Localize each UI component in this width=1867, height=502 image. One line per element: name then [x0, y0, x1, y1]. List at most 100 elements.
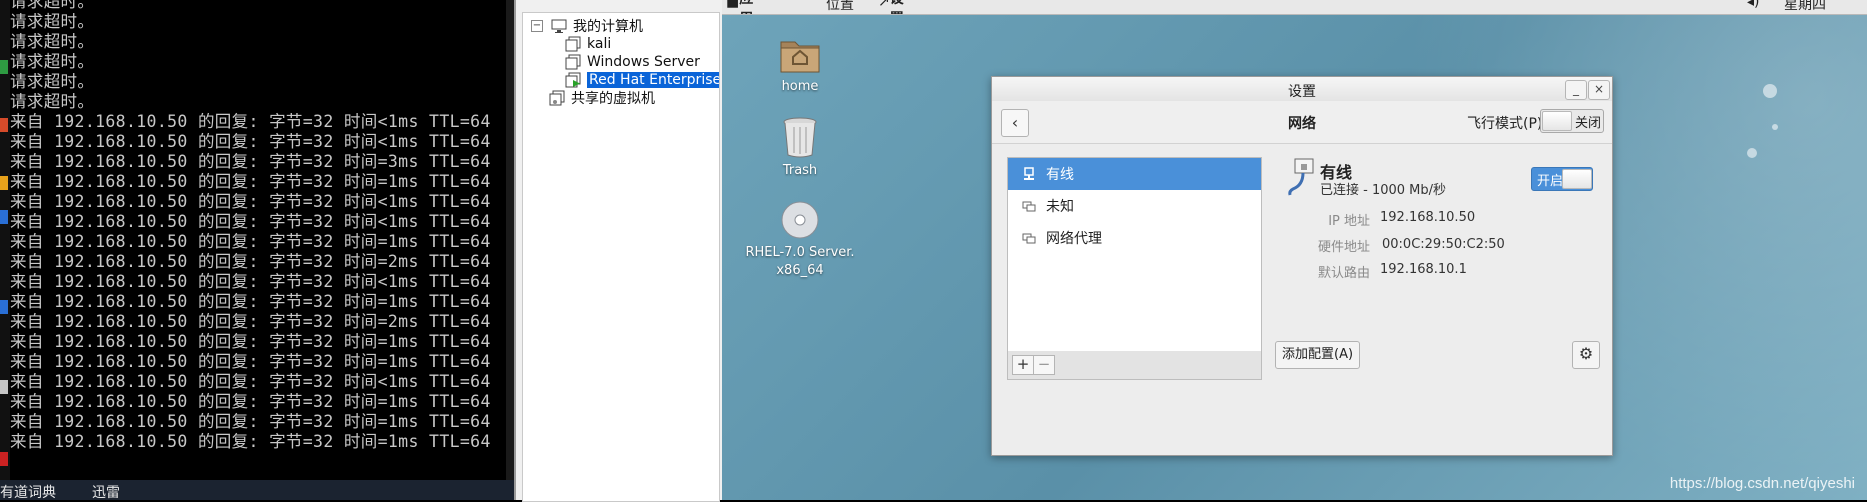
dvd-icon	[722, 200, 880, 244]
background-sparkle	[1763, 84, 1777, 98]
ip-address-label: IP 地址	[1328, 214, 1370, 229]
switch-state: 开启	[1537, 174, 1564, 189]
console-line: 来自 192.168.10.50 的回复: 字节=32 时间=1ms TTL=6…	[10, 292, 491, 311]
hardware-address-value: 00:0C:29:50:C2:50	[1382, 237, 1505, 252]
list-item-unknown[interactable]: 未知	[1008, 190, 1261, 222]
menu-places[interactable]: 位置	[826, 0, 854, 14]
console-line: 来自 192.168.10.50 的回复: 字节=32 时间=2ms TTL=6…	[10, 312, 491, 331]
guest-desktop[interactable]: ■ 应用程序 位置 ↗ 设置 ◂) 星期四 home Trash RHEL-7.…	[722, 0, 1867, 500]
desktop-icon-home[interactable]: home	[740, 34, 860, 96]
console-line: 来自 192.168.10.50 的回复: 字节=32 时间<1ms TTL=6…	[10, 112, 491, 131]
tree-item-shared-vms[interactable]: 共享的虚拟机	[549, 88, 655, 108]
add-profile-button[interactable]: 添加配置(A)	[1275, 341, 1361, 369]
console-line: 请求超时。	[10, 12, 95, 31]
menu-label: 设置	[890, 0, 904, 14]
app-icon	[0, 300, 8, 314]
console-line: 来自 192.168.10.50 的回复: 字节=32 时间=3ms TTL=6…	[10, 152, 491, 171]
console-line: 来自 192.168.10.50 的回复: 字节=32 时间<1ms TTL=6…	[10, 372, 491, 391]
tree-item-label: 我的计算机	[573, 19, 643, 35]
console-line: 来自 192.168.10.50 的回复: 字节=32 时间=1ms TTL=6…	[10, 232, 491, 251]
clock[interactable]: 星期四	[1784, 0, 1826, 14]
console-output: 请求超时。 请求超时。 请求超时。 请求超时。 请求超时。 请求超时。 来自 1…	[10, 0, 491, 452]
tree-item-vm-red-hat[interactable]: Red Hat Enterprise	[565, 70, 719, 90]
console-window[interactable]: 请求超时。 请求超时。 请求超时。 请求超时。 请求超时。 请求超时。 来自 1…	[0, 0, 514, 500]
taskbar: 有道词典 迅雷	[0, 480, 514, 500]
console-line: 来自 192.168.10.50 的回复: 字节=32 时间=1ms TTL=6…	[10, 332, 491, 351]
tree-item-label: Windows Server	[587, 54, 700, 70]
settings-window: 设置 _ × ‹ 网络 飞行模式(P) 关闭 有线 未知 网络代理 + − 有线…	[991, 76, 1613, 456]
console-line: 来自 192.168.10.50 的回复: 字节=32 时间<1ms TTL=6…	[10, 192, 491, 211]
console-line: 请求超时。	[10, 92, 95, 111]
home-folder-icon	[740, 34, 860, 78]
desktop-icon-label: RHEL-7.0 Server.	[745, 245, 855, 260]
background-sparkle	[1747, 148, 1757, 158]
list-item-label: 网络代理	[1046, 231, 1102, 247]
tree-item-vm-kali[interactable]: kali	[565, 34, 611, 54]
ethernet-cable-icon	[1287, 157, 1317, 201]
menu-settings[interactable]: ↗ 设置	[878, 0, 904, 14]
console-line: 来自 192.168.10.50 的回复: 字节=32 时间=1ms TTL=6…	[10, 352, 491, 371]
app-icon	[0, 60, 8, 74]
connection-status: 已连接 - 1000 Mb/秒	[1320, 183, 1447, 198]
desktop-icon-trash[interactable]: Trash	[740, 116, 860, 180]
tree-item-label: kali	[587, 36, 612, 52]
default-route-label: 默认路由	[1317, 266, 1370, 281]
console-line: 来自 192.168.10.50 的回复: 字节=32 时间=1ms TTL=6…	[10, 392, 491, 411]
console-line: 来自 192.168.10.50 的回复: 字节=32 时间<1ms TTL=6…	[10, 132, 491, 151]
list-item-wired[interactable]: 有线	[1008, 158, 1261, 190]
ip-address-value: 192.168.10.50	[1380, 210, 1476, 225]
wired-toggle-switch[interactable]: 开启	[1531, 167, 1593, 191]
console-line: 来自 192.168.10.50 的回复: 字节=32 时间=1ms TTL=6…	[10, 412, 491, 431]
app-icon	[0, 176, 8, 190]
hardware-address-label: 硬件地址	[1317, 240, 1370, 255]
taskbar-item-xunlei[interactable]: 迅雷	[92, 482, 120, 500]
tree-item-label: Red Hat Enterprise	[587, 72, 719, 88]
remove-device-button[interactable]: −	[1033, 355, 1055, 375]
volume-icon[interactable]: ◂)	[1747, 0, 1760, 10]
list-toolbar: + −	[1007, 351, 1262, 380]
desktop-icon-label: x86_64	[776, 263, 824, 278]
vm-tree: − 我的计算机 kali Windows Server Red Hat Ente…	[522, 12, 720, 502]
console-line: 请求超时。	[10, 72, 95, 91]
list-item-label: 有线	[1046, 167, 1074, 183]
desktop-icon-dvd[interactable]: RHEL-7.0 Server. x86_64	[722, 200, 880, 280]
console-scrollbar[interactable]	[506, 0, 514, 480]
network-icon	[1022, 199, 1036, 213]
background-sparkle	[1772, 124, 1778, 130]
vm-running-icon	[565, 72, 581, 88]
add-device-button[interactable]: +	[1012, 355, 1034, 375]
console-line: 来自 192.168.10.50 的回复: 字节=32 时间<1ms TTL=6…	[10, 212, 491, 231]
gnome-top-bar: ■ 应用程序 位置 ↗ 设置 ◂) 星期四	[722, 0, 1867, 15]
gear-icon[interactable]: ⚙	[1572, 341, 1600, 369]
wired-network-icon	[1022, 167, 1036, 181]
collapse-toggle[interactable]: −	[531, 20, 543, 32]
minimize-button[interactable]: _	[1565, 80, 1587, 100]
tree-item-vm-windows-server[interactable]: Windows Server	[565, 52, 700, 72]
computer-icon	[551, 18, 567, 34]
taskbar-item-youdao[interactable]: 有道词典	[0, 482, 56, 500]
console-line: 来自 192.168.10.50 的回复: 字节=32 时间<1ms TTL=6…	[10, 272, 491, 291]
console-line: 来自 192.168.10.50 的回复: 字节=32 时间=1ms TTL=6…	[10, 172, 491, 191]
desktop-icon-label: home	[781, 79, 819, 94]
desktop-icon-label: Trash	[782, 163, 818, 178]
switch-state: 关闭	[1575, 116, 1602, 131]
airplane-mode-switch[interactable]: 关闭	[1540, 109, 1604, 133]
proxy-icon	[1022, 231, 1036, 245]
vm-icon	[565, 54, 581, 70]
console-line: 请求超时。	[10, 0, 95, 11]
menu-applications[interactable]: ■ 应用程序	[726, 0, 753, 14]
window-titlebar[interactable]: 设置 _ ×	[992, 77, 1612, 102]
close-button[interactable]: ×	[1588, 80, 1610, 100]
tree-item-my-computer[interactable]: − 我的计算机	[531, 16, 643, 36]
app-icon	[0, 118, 8, 132]
list-item-proxy[interactable]: 网络代理	[1008, 222, 1261, 254]
list-item-label: 未知	[1046, 199, 1074, 215]
console-line: 来自 192.168.10.50 的回复: 字节=32 时间=1ms TTL=6…	[10, 432, 491, 451]
console-line: 请求超时。	[10, 52, 95, 71]
app-icon	[0, 380, 8, 394]
app-icon	[0, 210, 8, 224]
switch-knob	[1542, 111, 1572, 131]
window-title: 设置	[1288, 84, 1316, 100]
network-device-list: 有线 未知 网络代理	[1007, 157, 1262, 353]
vm-icon	[565, 36, 581, 52]
